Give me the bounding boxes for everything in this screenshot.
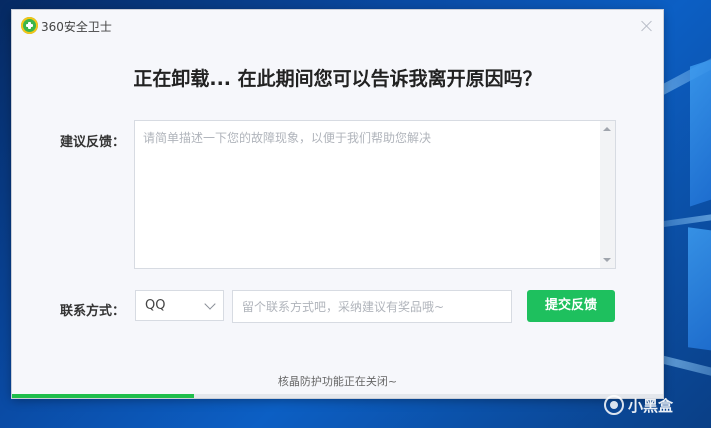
close-icon[interactable] — [637, 16, 657, 36]
uninstall-dialog: 360安全卫士 正在卸载... 在此期间您可以告诉我离开原因吗？ 建议反馈： 联… — [12, 10, 663, 398]
submit-feedback-button[interactable]: 提交反馈 — [527, 290, 615, 322]
360-logo-icon — [21, 17, 38, 34]
watermark-logo-icon — [604, 395, 624, 415]
scroll-up-icon[interactable] — [603, 127, 611, 131]
feedback-box — [134, 120, 616, 269]
feedback-label: 建议反馈： — [60, 135, 126, 150]
title-bar: 360安全卫士 — [12, 10, 663, 42]
feedback-textarea[interactable] — [135, 121, 595, 266]
contact-method-value: QQ — [145, 298, 166, 313]
chevron-down-icon — [204, 298, 216, 310]
watermark: 小黑盒 — [604, 393, 704, 417]
contact-input[interactable] — [232, 290, 512, 323]
status-text: 核晶防护功能正在关闭~ — [277, 375, 398, 388]
uninstall-progress — [12, 394, 663, 398]
app-title: 360安全卫士 — [41, 20, 112, 34]
uninstall-progress-fill — [12, 394, 195, 398]
scroll-down-icon[interactable] — [603, 258, 611, 262]
contact-label: 联系方式： — [60, 304, 126, 319]
contact-method-select[interactable]: QQ — [135, 290, 224, 321]
page-title: 正在卸载... 在此期间您可以告诉我离开原因吗？ — [133, 68, 542, 90]
watermark-text: 小黑盒 — [628, 397, 674, 415]
feedback-scrollbar[interactable] — [600, 121, 615, 268]
